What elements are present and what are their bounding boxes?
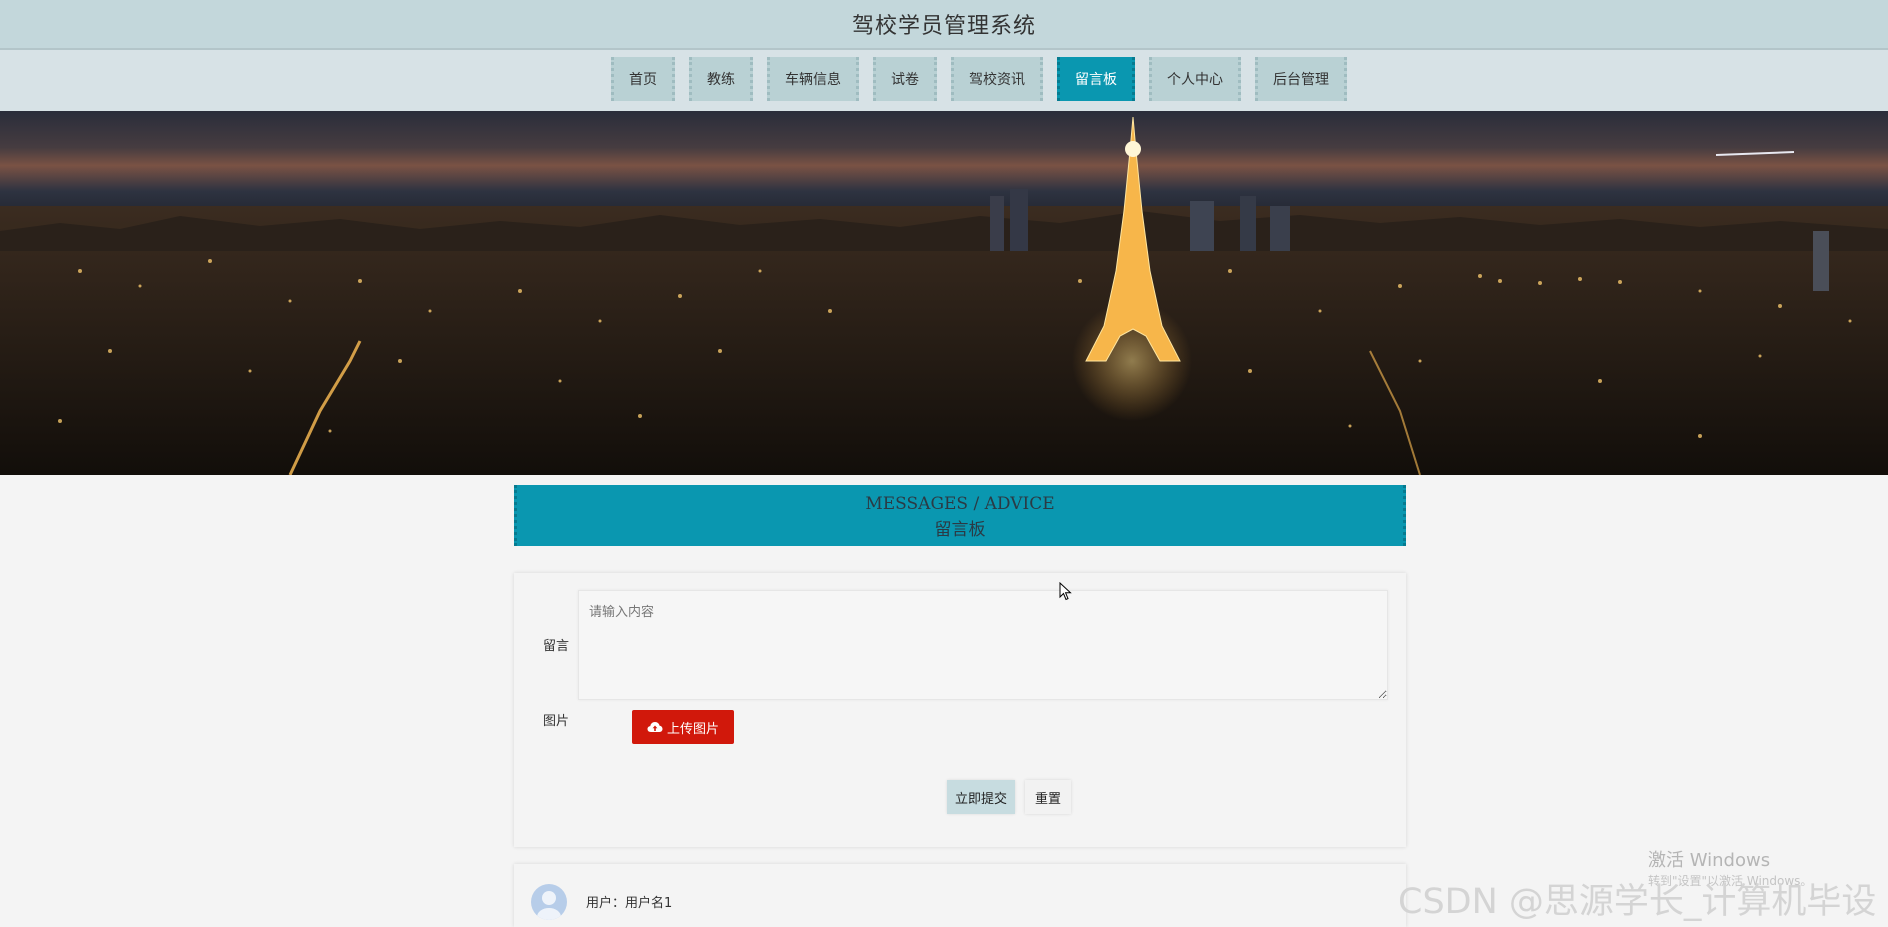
paris-night-skyline <box>0 116 1888 475</box>
nav-item-personal-center[interactable]: 个人中心 <box>1149 57 1241 101</box>
site-title: 驾校学员管理系统 <box>851 14 1036 39</box>
nav-item-vehicle-info[interactable]: 车辆信息 <box>767 57 859 101</box>
nav-item-coach[interactable]: 教练 <box>689 57 753 101</box>
submit-button[interactable]: 立即提交 <box>947 780 1015 814</box>
reset-button[interactable]: 重置 <box>1025 780 1071 814</box>
nav-item-message-board[interactable]: 留言板 <box>1057 57 1135 101</box>
csdn-watermark: CSDN @思源学长_计算机毕设 <box>1398 882 1877 922</box>
comment-item: 用户： 用户名1 <box>514 864 1406 927</box>
image-label: 图片 <box>543 714 570 729</box>
message-label: 留言 <box>543 639 570 654</box>
upload-image-label: 上传图片 <box>666 721 719 737</box>
nav-item-home[interactable]: 首页 <box>611 57 675 101</box>
message-textarea[interactable] <box>578 590 1388 700</box>
section-header: MESSAGES / ADVICE 留言板 <box>514 485 1406 546</box>
comment-user: 用户： 用户名1 <box>586 892 672 911</box>
upload-image-button[interactable]: 上传图片 <box>632 710 734 744</box>
cloud-upload-icon <box>647 722 663 732</box>
top-header: 驾校学员管理系统 <box>0 0 1888 50</box>
nav-item-exam-paper[interactable]: 试卷 <box>873 57 937 101</box>
message-form: 留言 图片 上传图片 立即提交 重置 <box>514 573 1406 847</box>
banner-image <box>0 111 1888 475</box>
nav-item-admin[interactable]: 后台管理 <box>1255 57 1347 101</box>
user-avatar-icon <box>531 884 567 920</box>
windows-activation-title: 激活 Windows <box>1648 850 1771 871</box>
comment-user-prefix: 用户： <box>586 896 626 911</box>
comment-username: 用户名1 <box>625 896 673 911</box>
nav-list: 首页 教练 车辆信息 试卷 驾校资讯 留言板 个人中心 后台管理 <box>611 57 1347 101</box>
section-title-en: MESSAGES / ADVICE <box>865 494 1055 514</box>
main-nav: 首页 教练 车辆信息 试卷 驾校资讯 留言板 个人中心 后台管理 <box>0 50 1888 111</box>
nav-item-school-news[interactable]: 驾校资讯 <box>951 57 1043 101</box>
mouse-pointer-icon <box>1059 582 1072 601</box>
section-title-cn: 留言板 <box>934 520 986 540</box>
avatar-silhouette <box>537 891 561 920</box>
